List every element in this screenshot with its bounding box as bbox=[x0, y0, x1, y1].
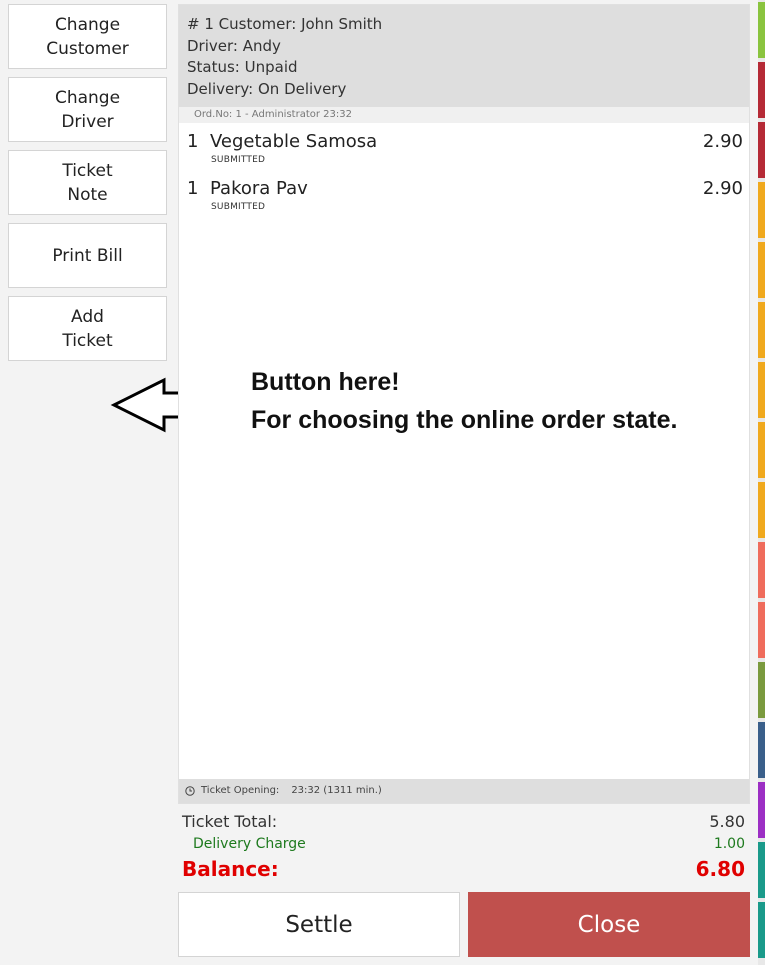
change-driver-button[interactable]: Change Driver bbox=[8, 77, 167, 142]
balance-value: 6.80 bbox=[695, 857, 745, 881]
category-tab[interactable] bbox=[758, 902, 765, 958]
category-strip bbox=[758, 0, 765, 965]
customer-line: # 1 Customer: John Smith bbox=[187, 15, 383, 33]
delivery-charge-row: Delivery Charge 1.00 bbox=[193, 836, 745, 852]
item-price: 2.90 bbox=[702, 131, 743, 152]
category-tab[interactable] bbox=[758, 362, 765, 418]
category-tab[interactable] bbox=[758, 182, 765, 238]
category-tab[interactable] bbox=[758, 782, 765, 838]
category-tab[interactable] bbox=[758, 842, 765, 898]
item-name: Pakora Pav bbox=[210, 178, 308, 199]
ticket-total-row: Ticket Total: 5.80 bbox=[182, 812, 745, 831]
annotation-text: Button here! For choosing the online ord… bbox=[251, 363, 677, 439]
item-status: SUBMITTED bbox=[211, 202, 266, 212]
delivery-charge-value: 1.00 bbox=[713, 836, 745, 852]
delivery-line: Delivery: On Delivery bbox=[187, 79, 347, 98]
delivery-charge-label: Delivery Charge bbox=[193, 836, 306, 852]
category-tab[interactable] bbox=[758, 122, 765, 178]
ticket-opening-label: Ticket Opening: bbox=[201, 785, 280, 796]
ticket-opening-value: 23:32 (1311 min.) bbox=[291, 785, 382, 796]
order-info: Ord.No: 1 - Administrator 23:32 bbox=[179, 107, 749, 123]
totals-section: Ticket Total: 5.80 Delivery Charge 1.00 … bbox=[178, 810, 750, 886]
item-price: 2.90 bbox=[702, 178, 743, 199]
annotation-line-1: Button here! bbox=[251, 368, 400, 396]
ticket-total-label: Ticket Total: bbox=[182, 812, 278, 831]
print-bill-button[interactable]: Print Bill bbox=[8, 223, 167, 288]
ticket-total-value: 5.80 bbox=[709, 812, 745, 831]
order-item[interactable]: 1 Pakora Pav 2.90 SUBMITTED bbox=[179, 178, 749, 218]
add-ticket-button[interactable]: Add Ticket bbox=[8, 296, 167, 361]
order-item[interactable]: 1 Vegetable Samosa 2.90 SUBMITTED bbox=[179, 131, 749, 171]
settle-button[interactable]: Settle bbox=[178, 892, 460, 957]
item-quantity: 1 bbox=[187, 131, 199, 152]
driver-line: Driver: Andy bbox=[187, 36, 281, 55]
category-tab[interactable] bbox=[758, 2, 765, 58]
category-tab[interactable] bbox=[758, 722, 765, 778]
annotation-line-2: For choosing the online order state. bbox=[251, 406, 678, 434]
category-tab[interactable] bbox=[758, 302, 765, 358]
category-tab[interactable] bbox=[758, 482, 765, 538]
ticket-note-button[interactable]: Ticket Note bbox=[8, 150, 167, 215]
category-tab[interactable] bbox=[758, 662, 765, 718]
category-tab[interactable] bbox=[758, 542, 765, 598]
ticket-header[interactable]: # 1 Customer: John Smith Driver: Andy St… bbox=[179, 5, 749, 107]
close-button[interactable]: Close bbox=[468, 892, 750, 957]
balance-label: Balance: bbox=[182, 857, 279, 881]
item-name: Vegetable Samosa bbox=[210, 131, 378, 152]
category-tab[interactable] bbox=[758, 62, 765, 118]
item-status: SUBMITTED bbox=[211, 155, 266, 165]
status-line: Status: Unpaid bbox=[187, 58, 298, 76]
change-customer-button[interactable]: Change Customer bbox=[8, 4, 167, 69]
balance-row: Balance: 6.80 bbox=[182, 857, 745, 881]
category-tab[interactable] bbox=[758, 602, 765, 658]
category-tab[interactable] bbox=[758, 422, 765, 478]
category-tab[interactable] bbox=[758, 242, 765, 298]
ticket-footer: Ticket Opening: 23:32 (1311 min.) bbox=[179, 779, 749, 803]
item-quantity: 1 bbox=[187, 178, 199, 199]
clock-icon bbox=[185, 786, 195, 796]
